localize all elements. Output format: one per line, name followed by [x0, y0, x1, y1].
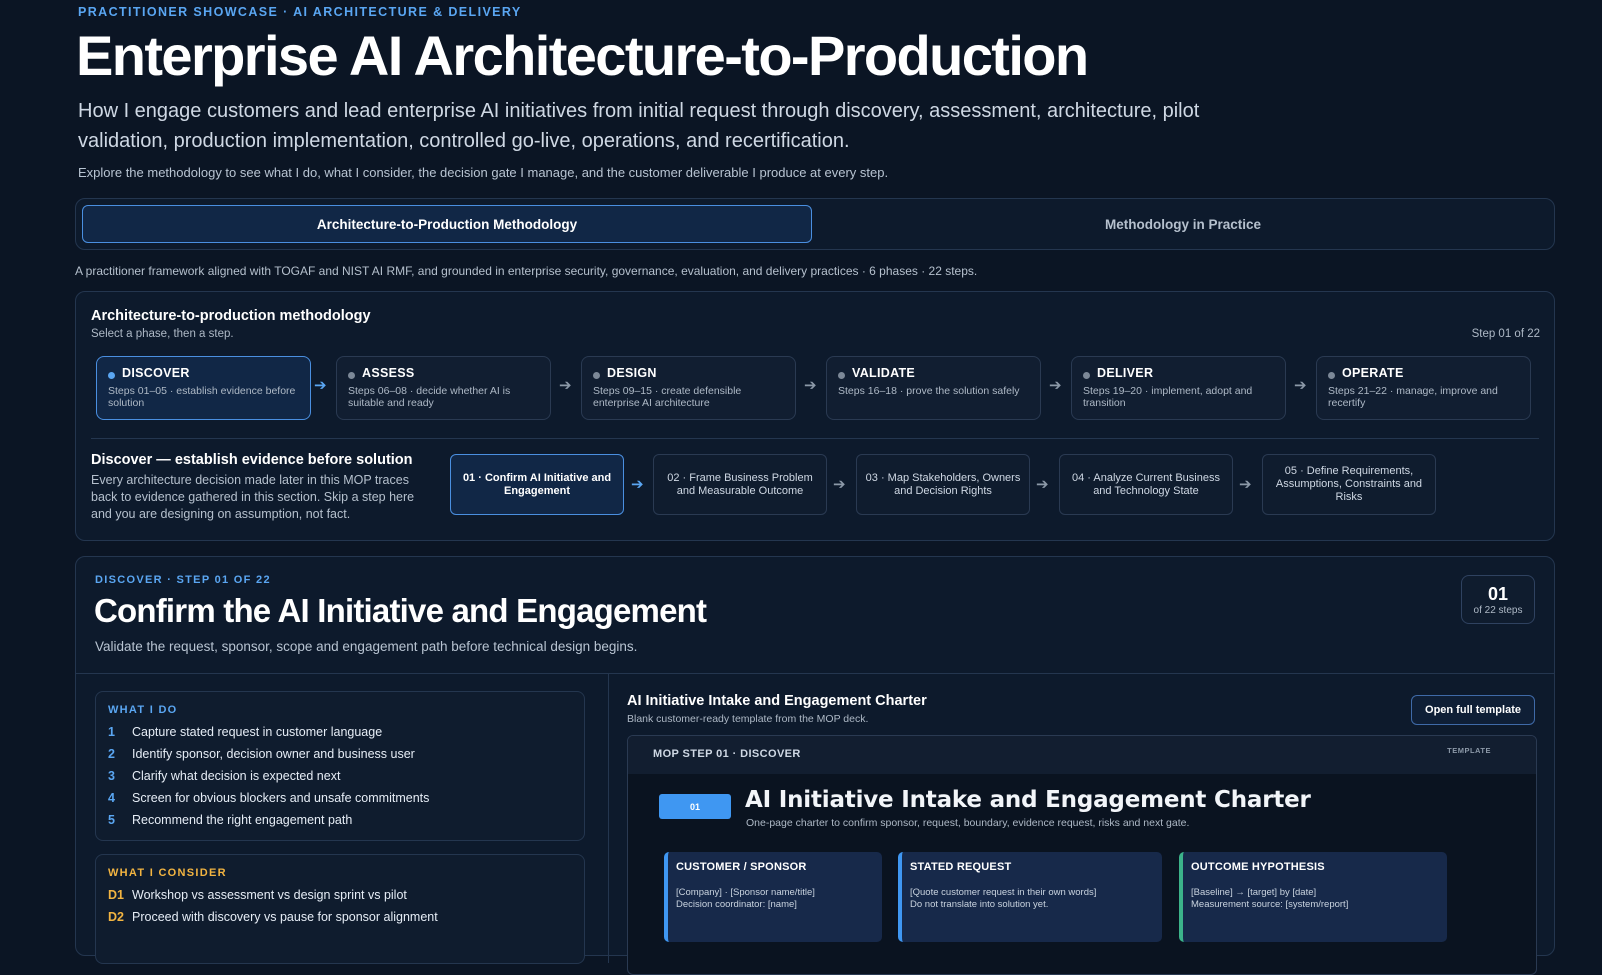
phase-dot — [348, 372, 355, 379]
phase-dot — [1328, 372, 1335, 379]
phase-name: DISCOVER — [122, 366, 190, 380]
open-full-template-button[interactable]: Open full template — [1411, 695, 1535, 725]
page-title: Enterprise AI Architecture-to-Production — [76, 24, 1089, 87]
preview-box-stated-request: STATED REQUEST [Quote customer request i… — [898, 852, 1162, 942]
phase-deliver[interactable]: DELIVER Steps 19–20 · implement, adopt a… — [1071, 356, 1286, 420]
phase-name: OPERATE — [1342, 366, 1404, 380]
template-subtitle: Blank customer-ready template from the M… — [627, 713, 869, 725]
phase-dot — [838, 372, 845, 379]
hero-note: Explore the methodology to see what I do… — [78, 165, 889, 180]
arrow-right-icon: ➔ — [559, 377, 572, 394]
step-detail-panel: DISCOVER · STEP 01 OF 22 Confirm the AI … — [75, 556, 1555, 975]
preview-header: MOP STEP 01 · DISCOVER TEMPLATE — [628, 736, 1536, 774]
framework-note: A practitioner framework aligned with TO… — [75, 264, 978, 278]
list-item: 3 Clarify what decision is expected next — [108, 769, 341, 783]
list-item: 4 Screen for obvious blockers and unsafe … — [108, 791, 430, 805]
phase-discover[interactable]: DISCOVER Steps 01–05 · establish evidenc… — [96, 356, 311, 420]
arrow-right-icon: ➔ — [1049, 377, 1062, 394]
what-i-consider-card: WHAT I CONSIDER D1 Workshop vs assessment… — [95, 854, 585, 964]
list-item: 5 Recommend the right engagement path — [108, 813, 353, 827]
what-i-do-card: WHAT I DO 1 Capture stated request in cus… — [95, 691, 585, 841]
phase-detail-body: Every architecture decision made later i… — [91, 473, 415, 521]
phase-description: Steps 19–20 · implement, adopt and trans… — [1083, 385, 1253, 409]
hero-subtitle: How I engage customers and lead enterpri… — [78, 100, 1200, 152]
column-divider — [608, 673, 609, 963]
arrow-right-icon: ➔ — [314, 377, 327, 394]
arrow-right-icon: ➔ — [1036, 476, 1049, 493]
step-counter-number: 01 — [1487, 584, 1509, 604]
step-counter-badge: 01 of 22 steps — [1461, 575, 1535, 624]
methodology-title: Architecture-to-production methodology — [91, 308, 371, 324]
view-tabs: Architecture-to-Production Methodology M… — [75, 198, 1555, 250]
phase-operate[interactable]: OPERATE Steps 21–22 · manage, improve an… — [1316, 356, 1531, 420]
phase-description: Steps 16–18 · prove the solution safely — [838, 385, 1020, 397]
step-05[interactable]: 05 · Define Requirements, Assumptions, C… — [1262, 454, 1436, 515]
card-label: WHAT I CONSIDER — [108, 867, 227, 879]
step-01[interactable]: 01 · Confirm AI Initiative and Engagemen… — [450, 454, 624, 515]
step-eyebrow: DISCOVER · STEP 01 OF 22 — [95, 574, 271, 586]
phase-name: DELIVER — [1097, 366, 1154, 380]
arrow-right-icon: ➔ — [631, 476, 644, 493]
preview-title: AI Initiative Intake and Engagement Char… — [745, 787, 1311, 813]
arrow-right-icon: ➔ — [833, 476, 846, 493]
tab-methodology[interactable]: Architecture-to-Production Methodology — [82, 205, 812, 243]
phase-assess[interactable]: ASSESS Steps 06–08 · decide whether AI i… — [336, 356, 551, 420]
arrow-right-icon: ➔ — [804, 377, 817, 394]
preview-template-tag: TEMPLATE — [1447, 746, 1491, 755]
step-subtitle: Validate the request, sponsor, scope and… — [95, 639, 638, 654]
methodology-subtitle: Select a phase, then a step. — [91, 328, 234, 340]
hero-eyebrow: PRACTITIONER SHOWCASE · AI ARCHITECTURE … — [78, 5, 522, 19]
phase-description: Steps 09–15 · create defensible enterpri… — [593, 385, 742, 409]
detail-divider — [76, 673, 1554, 674]
preview-box-outcome-hypothesis: OUTCOME HYPOTHESIS [Baseline] → [target]… — [1179, 852, 1447, 942]
methodology-panel: Architecture-to-production methodology S… — [75, 291, 1555, 541]
step-02[interactable]: 02 · Frame Business Problem and Measurab… — [653, 454, 827, 515]
list-item: 2 Identify sponsor, decision owner and bu… — [108, 747, 415, 761]
template-preview[interactable]: MOP STEP 01 · DISCOVER TEMPLATE 01 AI In… — [627, 735, 1537, 975]
preview-step-badge: 01 — [659, 794, 731, 819]
step-03[interactable]: 03 · Map Stakeholders, Owners and Decisi… — [856, 454, 1030, 515]
phase-description: Steps 06–08 · decide whether AI is suita… — [348, 385, 511, 409]
arrow-right-icon: ➔ — [1294, 377, 1307, 394]
phase-dot — [1083, 372, 1090, 379]
phase-name: DESIGN — [607, 366, 657, 380]
phase-dot — [593, 372, 600, 379]
section-divider — [91, 438, 1539, 439]
step-04[interactable]: 04 · Analyze Current Business and Techno… — [1059, 454, 1233, 515]
phase-dot — [108, 372, 115, 379]
card-label: WHAT I DO — [108, 704, 178, 716]
phase-name: ASSESS — [362, 366, 415, 380]
phase-detail-title: Discover — establish evidence before sol… — [91, 452, 413, 468]
template-title: AI Initiative Intake and Engagement Char… — [627, 693, 927, 709]
tab-methodology-in-practice[interactable]: Methodology in Practice — [816, 205, 1550, 243]
step-counter: Step 01 of 22 — [1471, 328, 1540, 340]
list-item: D2 Proceed with discovery vs pause for sp… — [108, 910, 438, 924]
preview-header-label: MOP STEP 01 · DISCOVER — [653, 748, 801, 760]
arrow-right-icon: ➔ — [1239, 476, 1252, 493]
step-counter-total: of 22 steps — [1473, 605, 1523, 616]
phase-design[interactable]: DESIGN Steps 09–15 · create defensible e… — [581, 356, 796, 420]
phase-description: Steps 01–05 · establish evidence before … — [108, 385, 296, 409]
list-item: D1 Workshop vs assessment vs design sprin… — [108, 888, 407, 902]
phase-description: Steps 21–22 · manage, improve and recert… — [1328, 385, 1498, 409]
phase-name: VALIDATE — [852, 366, 916, 380]
phase-validate[interactable]: VALIDATE Steps 16–18 · prove the solutio… — [826, 356, 1041, 420]
step-title: Confirm the AI Initiative and Engagement — [94, 592, 707, 629]
list-item: 1 Capture stated request in customer lang… — [108, 725, 383, 739]
preview-subtitle: One-page charter to confirm sponsor, req… — [746, 817, 1190, 829]
preview-box-customer-sponsor: CUSTOMER / SPONSOR [Company] · [Sponsor … — [664, 852, 882, 942]
